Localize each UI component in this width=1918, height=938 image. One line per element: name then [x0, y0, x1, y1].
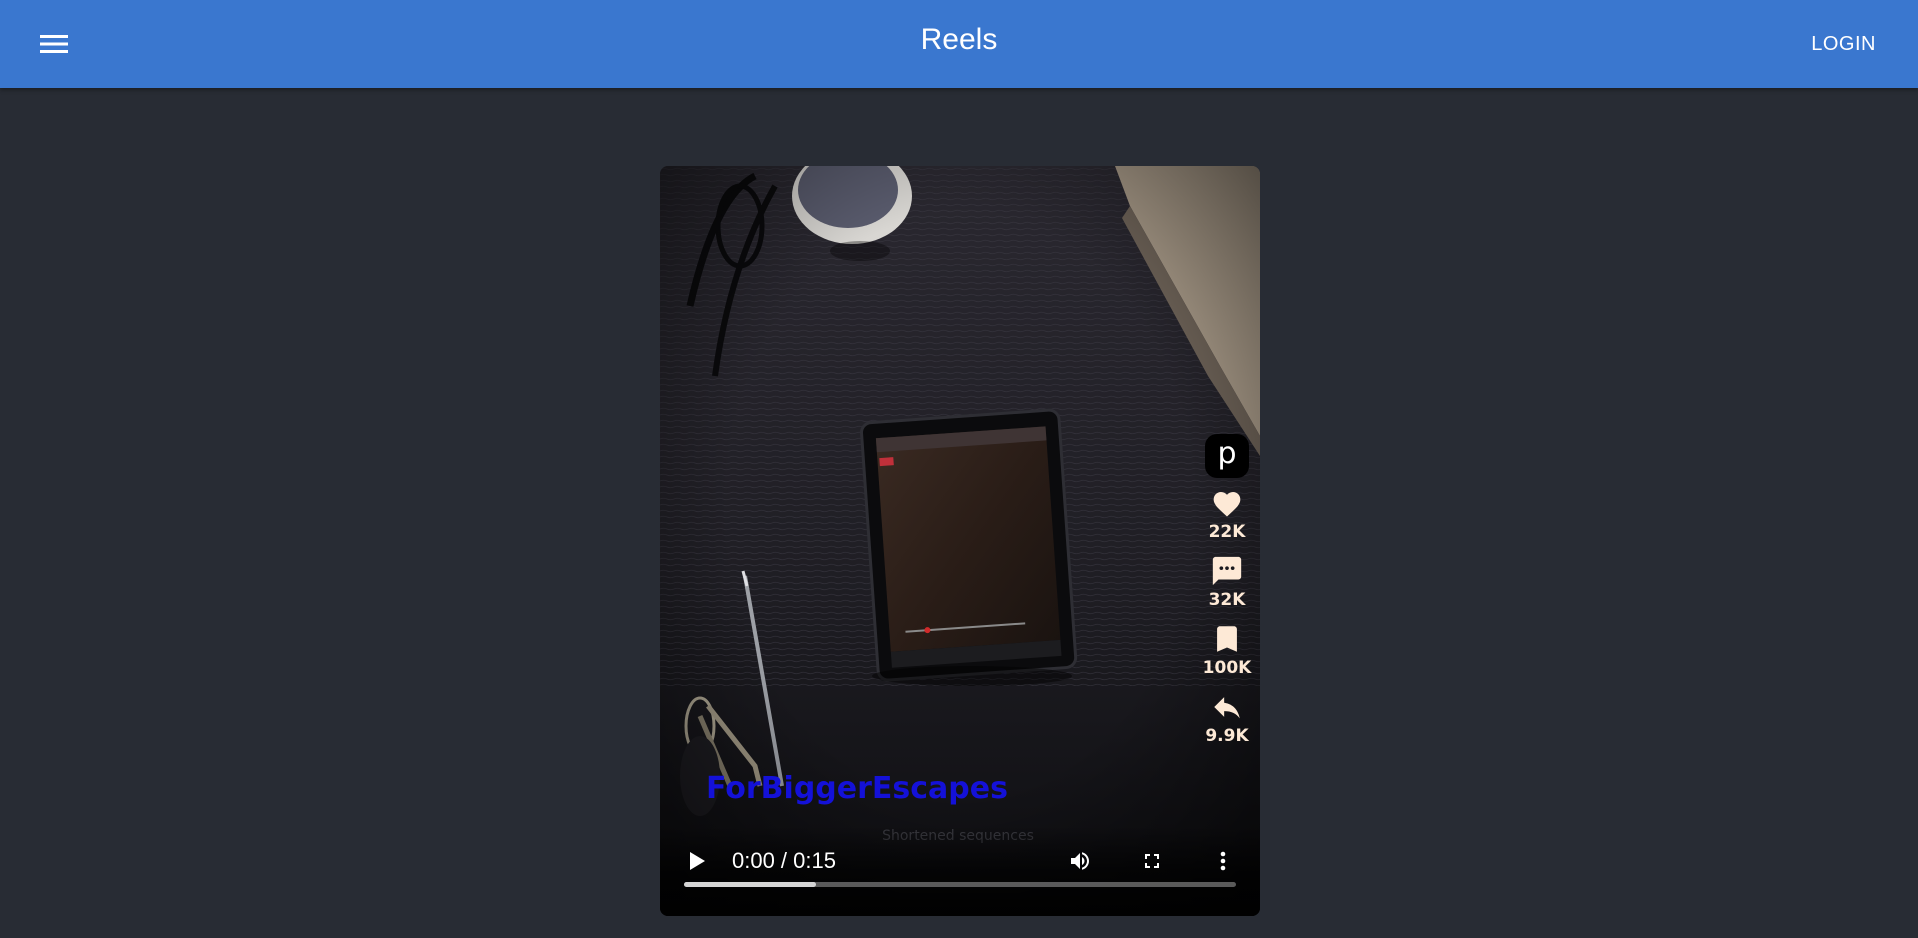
more-options-button[interactable] [1208, 846, 1238, 876]
page-title: Reels [920, 23, 998, 56]
avatar[interactable]: p [1205, 434, 1249, 478]
volume-button[interactable] [1064, 846, 1096, 876]
comment-icon [1212, 556, 1242, 586]
fullscreen-icon [1145, 854, 1159, 868]
share-count: 9.9K [1205, 726, 1249, 746]
comment-count: 32K [1208, 590, 1246, 610]
progress-buffered [684, 882, 817, 887]
share-icon [1214, 697, 1240, 719]
video-controls: 0:00 / 0:15 [660, 826, 1260, 916]
app-bar: Reels LOGIN [0, 0, 1918, 88]
bookmark-icon [1217, 626, 1237, 652]
play-button[interactable] [682, 846, 712, 876]
volume-icon [1071, 852, 1089, 870]
play-icon [690, 852, 705, 870]
reel-card: Shortened sequences p 22K 32K 100K [660, 166, 1260, 916]
reel-actions: p 22K 32K 100K 9.9K [1202, 434, 1252, 746]
reel-caption[interactable]: ForBiggerEscapes [706, 771, 1008, 806]
bookmark-button[interactable]: 100K [1202, 622, 1252, 678]
time-display: 0:00 / 0:15 [732, 848, 836, 873]
login-button[interactable]: LOGIN [1803, 26, 1884, 62]
progress-bar[interactable] [684, 882, 1236, 887]
like-count: 22K [1208, 522, 1246, 542]
share-button[interactable]: 9.9K [1205, 690, 1249, 746]
more-options-icon [1220, 851, 1226, 871]
heart-icon [1213, 492, 1241, 517]
fullscreen-button[interactable] [1136, 846, 1168, 876]
bookmark-count: 100K [1202, 658, 1252, 678]
comment-button[interactable]: 32K [1208, 554, 1246, 610]
like-button[interactable]: 22K [1208, 488, 1246, 542]
